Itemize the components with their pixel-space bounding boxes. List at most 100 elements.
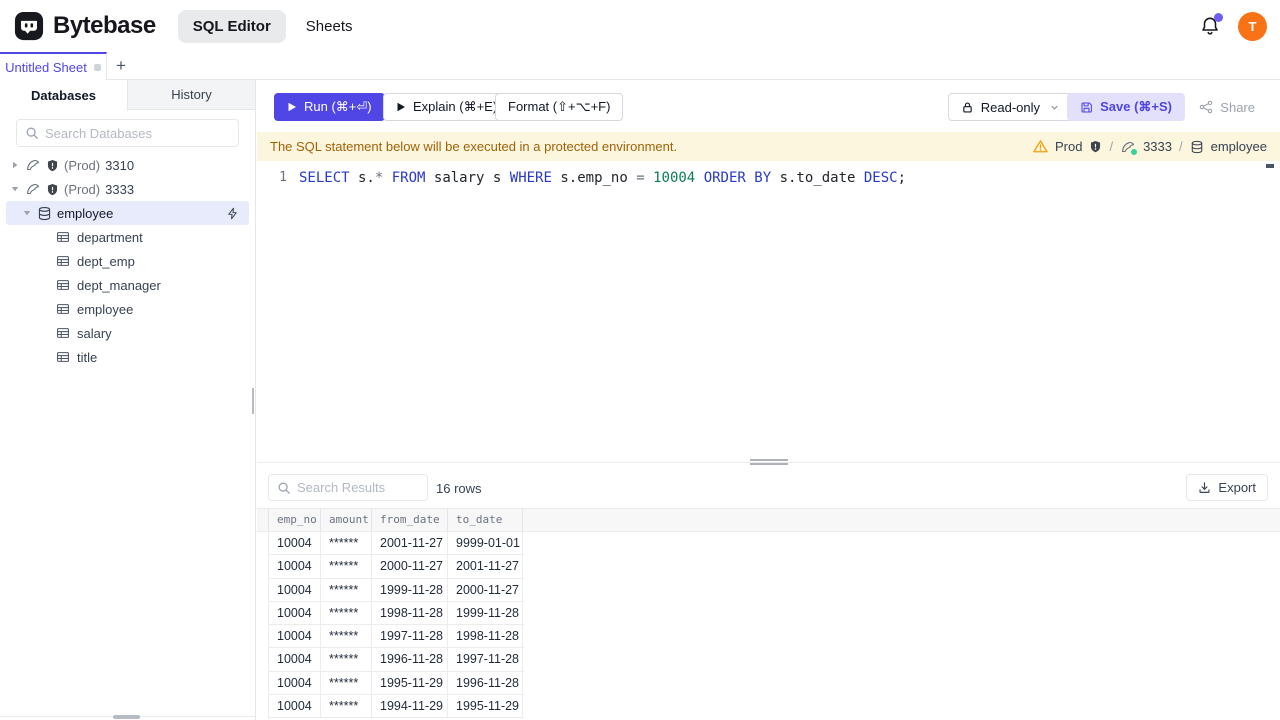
database-search[interactable] [16, 119, 239, 147]
cell-to-date[interactable]: 1997-11-28 [448, 648, 523, 671]
nav-sql-editor[interactable]: SQL Editor [177, 9, 286, 43]
chevron-down-icon[interactable] [10, 185, 20, 193]
tree-table-dept-manager[interactable]: dept_manager [0, 273, 255, 297]
mysql-icon [1120, 139, 1138, 155]
cell-to-date[interactable]: 1996-11-28 [448, 671, 523, 694]
explain-label: Explain (⌘+E) [413, 99, 498, 114]
cell-to-date[interactable]: 1999-11-28 [448, 601, 523, 624]
cell-emp-no[interactable]: 10004 [268, 648, 321, 671]
tree-table-employee[interactable]: employee [0, 297, 255, 321]
cell-from-date[interactable]: 1994-11-29 [372, 694, 448, 717]
cell-emp-no[interactable]: 10004 [268, 578, 321, 601]
cell-emp-no[interactable]: 10004 [268, 694, 321, 717]
table-row[interactable]: 10004 ****** 1997-11-28 1998-11-28 [268, 625, 524, 649]
mysql-icon [25, 181, 41, 197]
cell-to-date[interactable]: 1995-11-29 [448, 694, 523, 717]
export-button[interactable]: Export [1186, 474, 1268, 501]
line-number: 1 [279, 170, 287, 185]
chevron-down-icon[interactable] [22, 209, 32, 217]
table-icon [56, 230, 70, 244]
cell-amount[interactable]: ****** [321, 648, 372, 671]
cell-amount[interactable]: ****** [321, 532, 372, 555]
cell-to-date[interactable]: 9999-01-01 [448, 532, 523, 555]
table-row[interactable]: 10004 ****** 1999-11-28 2000-11-27 [268, 578, 524, 602]
share-button[interactable]: Share [1186, 93, 1268, 121]
tree-database-employee[interactable]: employee [6, 201, 249, 225]
play-icon [288, 102, 296, 112]
chevron-down-icon [1051, 105, 1058, 110]
cell-from-date[interactable]: 1999-11-28 [372, 578, 448, 601]
table-row[interactable]: 10004 ****** 1994-11-29 1995-11-29 [268, 694, 524, 718]
save-button[interactable]: Save (⌘+S) [1067, 93, 1185, 121]
banner-message: The SQL statement below will be executed… [270, 139, 678, 154]
tab-history[interactable]: History [128, 80, 255, 109]
cell-from-date[interactable]: 1997-11-28 [372, 625, 448, 648]
search-icon [26, 127, 38, 139]
run-button[interactable]: Run (⌘+⏎) [274, 93, 385, 121]
chevron-right-icon[interactable] [10, 161, 20, 169]
tab-databases[interactable]: Databases [0, 80, 128, 111]
cell-from-date[interactable]: 2001-11-27 [372, 532, 448, 555]
cell-amount[interactable]: ****** [321, 578, 372, 601]
tree-instance-3333[interactable]: (Prod) 3333 [0, 177, 255, 201]
cell-amount[interactable]: ****** [321, 671, 372, 694]
top-nav: SQL Editor Sheets [177, 9, 353, 43]
lock-icon [963, 101, 972, 113]
cell-from-date[interactable]: 2000-11-27 [372, 555, 448, 578]
add-sheet-button[interactable]: + [108, 52, 134, 80]
notifications-button[interactable] [1199, 13, 1223, 37]
tree-instance-3310[interactable]: (Prod) 3310 [0, 153, 255, 177]
tree-table-dept-emp[interactable]: dept_emp [0, 249, 255, 273]
cell-amount[interactable]: ****** [321, 555, 372, 578]
table-icon [56, 278, 70, 292]
cell-to-date[interactable]: 2001-11-27 [448, 555, 523, 578]
connect-bolt-icon[interactable] [226, 207, 239, 220]
cell-from-date[interactable]: 1998-11-28 [372, 601, 448, 624]
table-row[interactable]: 10004 ****** 1995-11-29 1996-11-28 [268, 671, 524, 695]
cell-amount[interactable]: ****** [321, 601, 372, 624]
search-results-input[interactable] [297, 480, 419, 495]
explain-button[interactable]: Explain (⌘+E) [383, 93, 511, 121]
cell-to-date[interactable]: 1998-11-28 [448, 625, 523, 648]
results-table: emp_no amount from_date to_date 10004 **… [257, 508, 1280, 720]
results-search[interactable] [268, 474, 428, 501]
table-row[interactable]: 10004 ****** 1998-11-28 1999-11-28 [268, 601, 524, 625]
panel-divider [257, 459, 1280, 470]
readonly-mode-select[interactable]: Read-only [947, 93, 1073, 121]
column-header-from-date[interactable]: from_date [372, 509, 448, 531]
sidebar-hscroll-handle[interactable] [113, 715, 140, 719]
avatar[interactable]: T [1238, 11, 1267, 41]
brand: Bytebase [14, 11, 156, 41]
format-button[interactable]: Format (⇧+⌥+F) [495, 93, 624, 121]
cell-emp-no[interactable]: 10004 [268, 671, 321, 694]
cell-from-date[interactable]: 1996-11-28 [372, 648, 448, 671]
cell-emp-no[interactable]: 10004 [268, 532, 321, 555]
cell-emp-no[interactable]: 10004 [268, 601, 321, 624]
table-row[interactable]: 10004 ****** 2000-11-27 2001-11-27 [268, 555, 524, 579]
cell-emp-no[interactable]: 10004 [268, 625, 321, 648]
table-row[interactable]: 10004 ****** 1996-11-28 1997-11-28 [268, 648, 524, 672]
panel-resize-handle[interactable] [749, 459, 788, 465]
column-header-emp-no[interactable]: emp_no [268, 509, 321, 531]
tree-table-department[interactable]: department [0, 225, 255, 249]
cell-from-date[interactable]: 1995-11-29 [372, 671, 448, 694]
cell-amount[interactable]: ****** [321, 694, 372, 717]
save-label: Save (⌘+S) [1100, 99, 1172, 114]
table-row[interactable]: 10004 ****** 2001-11-27 9999-01-01 [268, 532, 524, 556]
tab-untitled-sheet[interactable]: Untitled Sheet [0, 52, 107, 80]
nav-sheets[interactable]: Sheets [306, 18, 353, 35]
tree-table-salary[interactable]: salary [0, 321, 255, 345]
play-icon [397, 102, 405, 112]
results-toolbar: 16 rows Export [257, 470, 1280, 508]
column-header-to-date[interactable]: to_date [448, 509, 523, 531]
tree-table-title[interactable]: title [0, 345, 255, 369]
cell-amount[interactable]: ****** [321, 625, 372, 648]
sql-editor[interactable]: 1 SELECT s.* FROM salary s WHERE s.emp_n… [257, 161, 1280, 462]
unsaved-indicator [93, 63, 101, 71]
search-databases-input[interactable] [45, 125, 230, 141]
column-header-amount[interactable]: amount [321, 509, 372, 531]
shield-icon [46, 183, 59, 196]
instance-name: 3310 [105, 157, 135, 173]
cell-to-date[interactable]: 2000-11-27 [448, 578, 523, 601]
cell-emp-no[interactable]: 10004 [268, 555, 321, 578]
